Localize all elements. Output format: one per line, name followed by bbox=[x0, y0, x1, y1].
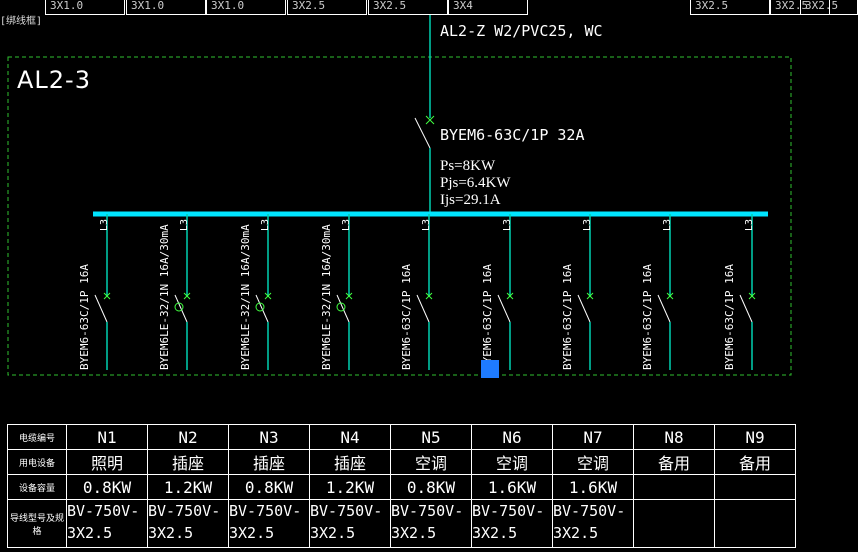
phase-label: L3 bbox=[502, 218, 513, 231]
wire-cell: BV-750V- 3X2.5 bbox=[147, 499, 229, 548]
breaker-label: BYEM6-63C/1P 16A bbox=[400, 264, 413, 370]
table-cell: 1.2KW bbox=[309, 474, 391, 500]
wire-cell: BV-750V- 3X2.5 bbox=[66, 499, 148, 548]
breaker-blade bbox=[657, 294, 671, 323]
top-tab: 3X2.5 bbox=[368, 0, 448, 15]
table-cell: 插座 bbox=[228, 449, 310, 475]
main-breaker-label: BYEM6-63C/1P 32A bbox=[440, 126, 585, 144]
phase-label: L3 bbox=[582, 218, 593, 231]
table-cell: N2 bbox=[147, 424, 229, 450]
table-cell: N4 bbox=[309, 424, 391, 450]
phase-label: L3 bbox=[662, 218, 673, 231]
breaker-label: BYEM6-63C/1P 16A bbox=[561, 264, 574, 370]
table-cell: 空调 bbox=[390, 449, 472, 475]
table-cell: 0.8KW bbox=[66, 474, 148, 500]
table-cell: 备用 bbox=[633, 449, 715, 475]
top-tab: 3X2.5 bbox=[690, 0, 770, 15]
incoming-feeder-label: AL2-Z W2/PVC25, WC bbox=[440, 22, 603, 40]
breaker-label: BYEM6-63C/1P 16A bbox=[78, 264, 91, 370]
table-cell: N9 bbox=[714, 424, 796, 450]
table-cell: 0.8KW bbox=[228, 474, 310, 500]
table-row-wire: 导线型号及规格 BV-750V- 3X2.5 BV-750V- 3X2.5 BV-7… bbox=[7, 499, 796, 548]
ijs-label: Ijs=29.1A bbox=[440, 192, 501, 208]
wire-cell bbox=[633, 499, 715, 548]
pjs-label: Pjs=6.4KW bbox=[440, 175, 511, 191]
phase-label: L3 bbox=[260, 218, 271, 231]
phase-label: L3 bbox=[341, 218, 352, 231]
top-tab: 3X2.5 bbox=[800, 0, 858, 15]
breaker-blade bbox=[255, 294, 269, 323]
ps-label: Ps=8KW bbox=[440, 158, 496, 174]
table-cell: 插座 bbox=[147, 449, 229, 475]
table-cell: N8 bbox=[633, 424, 715, 450]
table-row-capacity: 设备容量 0.8KW 1.2KW 0.8KW 1.2KW 0.8KW 1.6KW… bbox=[7, 474, 796, 500]
table-cell: N7 bbox=[552, 424, 634, 450]
table-cell: N1 bbox=[66, 424, 148, 450]
breaker-label: BYEM6LE-32/1N 16A/30mA bbox=[239, 224, 252, 370]
phase-label: L3 bbox=[744, 218, 755, 231]
breaker-blade bbox=[336, 294, 350, 323]
breaker-blade bbox=[94, 294, 108, 323]
selection-grip[interactable] bbox=[481, 360, 499, 378]
phase-label: L3 bbox=[179, 218, 190, 231]
table-cell: 空调 bbox=[552, 449, 634, 475]
wire-cell bbox=[714, 499, 796, 548]
top-tab: 3X4 bbox=[448, 0, 528, 15]
wire-cell: BV-750V- 3X2.5 bbox=[552, 499, 634, 548]
breaker-label: BYEM6-63C/1P 16A bbox=[723, 264, 736, 370]
table-cell: N5 bbox=[390, 424, 472, 450]
wire-cell: BV-750V- 3X2.5 bbox=[228, 499, 310, 548]
breaker-blade bbox=[577, 294, 591, 323]
wire-cell: BV-750V- 3X2.5 bbox=[390, 499, 472, 548]
table-cell: N3 bbox=[228, 424, 310, 450]
phase-label: L3 bbox=[421, 218, 432, 231]
table-cell: N6 bbox=[471, 424, 553, 450]
breaker-label: BYEM6-63C/1P 16A bbox=[481, 264, 494, 370]
breaker-blade bbox=[416, 294, 430, 323]
table-cell bbox=[633, 474, 715, 500]
header-cell: 用电设备 bbox=[7, 449, 67, 475]
table-row-circuit-id: 电缆编号 N1 N2 N3 N4 N5 N6 N7 N8 N9 bbox=[7, 424, 796, 450]
header-cell: 设备容量 bbox=[7, 474, 67, 500]
breaker-blade bbox=[739, 294, 753, 323]
top-tab: 3X2.5 bbox=[287, 0, 367, 15]
table-row-load: 用电设备 照明 插座 插座 插座 空调 空调 空调 备用 备用 bbox=[7, 449, 796, 475]
table-cell: 备用 bbox=[714, 449, 796, 475]
table-cell: 照明 bbox=[66, 449, 148, 475]
table-cell: 空调 bbox=[471, 449, 553, 475]
table-cell: 0.8KW bbox=[390, 474, 472, 500]
breaker-blade bbox=[174, 294, 188, 323]
table-cell: 1.2KW bbox=[147, 474, 229, 500]
wire-cell: BV-750V- 3X2.5 bbox=[309, 499, 391, 548]
breaker-blade bbox=[497, 294, 511, 323]
header-cell: 导线型号及规格 bbox=[7, 499, 67, 548]
breaker-label: BYEM6LE-32/1N 16A/30mA bbox=[320, 224, 333, 370]
panel-name: AL2-3 bbox=[17, 66, 91, 94]
breaker-label: BYEM6-63C/1P 16A bbox=[641, 264, 654, 370]
table-cell bbox=[714, 474, 796, 500]
wire-cell: BV-750V- 3X2.5 bbox=[471, 499, 553, 548]
circuit-table: 电缆编号 N1 N2 N3 N4 N5 N6 N7 N8 N9 用电设备 照明 … bbox=[7, 424, 796, 548]
table-cell: 插座 bbox=[309, 449, 391, 475]
phase-label: L3 bbox=[99, 218, 110, 231]
top-tab: 3X1.0 bbox=[206, 0, 286, 15]
header-cell: 电缆编号 bbox=[7, 424, 67, 450]
table-cell: 1.6KW bbox=[471, 474, 553, 500]
breaker-label: BYEM6LE-32/1N 16A/30mA bbox=[158, 224, 171, 370]
top-tab: 3X1.0 bbox=[45, 0, 125, 15]
branch-circuits bbox=[94, 214, 756, 370]
top-tab: 3X1.0 bbox=[126, 0, 206, 15]
table-cell: 1.6KW bbox=[552, 474, 634, 500]
corner-label: [绑线框] bbox=[0, 16, 43, 27]
